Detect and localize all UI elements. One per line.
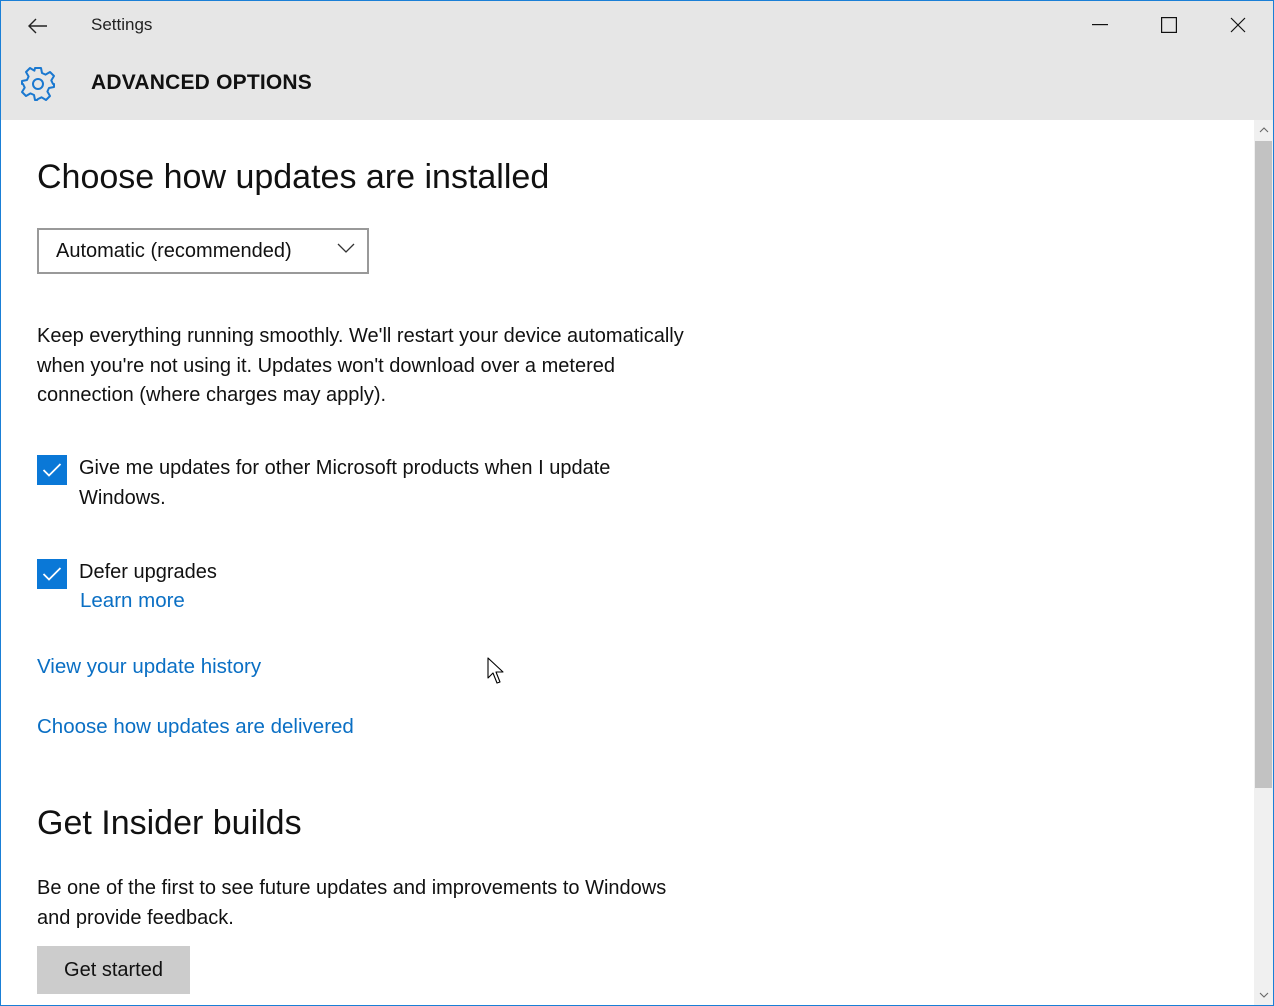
- scroll-down-button[interactable]: [1254, 985, 1273, 1005]
- checkbox-label: Give me updates for other Microsoft prod…: [79, 457, 611, 509]
- minimize-icon: [1091, 24, 1108, 26]
- update-delivery-link[interactable]: Choose how updates are delivered: [37, 715, 354, 739]
- insider-description: Be one of the first to see future update…: [37, 877, 667, 929]
- install-description: Keep everything running smoothly. We'll …: [37, 325, 684, 406]
- maximize-button[interactable]: [1134, 1, 1203, 49]
- get-started-button[interactable]: Get started: [37, 946, 190, 994]
- update-install-dropdown[interactable]: Automatic (recommended): [37, 228, 369, 274]
- vertical-scrollbar[interactable]: [1254, 120, 1273, 1005]
- chevron-up-icon: [1259, 127, 1268, 133]
- gear-icon: [21, 67, 55, 101]
- back-button[interactable]: [19, 7, 57, 45]
- close-icon: [1230, 17, 1245, 33]
- checkmark-icon: [42, 463, 62, 477]
- checkbox[interactable]: [37, 559, 67, 589]
- chevron-down-icon: [337, 243, 355, 253]
- update-history-link[interactable]: View your update history: [37, 655, 261, 679]
- scroll-thumb[interactable]: [1255, 141, 1272, 788]
- learn-more-link[interactable]: Learn more: [80, 589, 185, 613]
- settings-window: Settings ADVANCED OPTIONS Choose how upd…: [0, 0, 1274, 1006]
- checkbox-label: Defer upgrades: [79, 561, 217, 583]
- checkbox-other-products[interactable]: Give me updates for other Microsoft prod…: [37, 455, 699, 513]
- checkmark-icon: [42, 567, 62, 581]
- scroll-up-button[interactable]: [1254, 120, 1273, 140]
- minimize-button[interactable]: [1065, 1, 1134, 49]
- checkbox-defer-upgrades[interactable]: Defer upgrades: [37, 559, 699, 589]
- app-title: Settings: [91, 15, 153, 34]
- back-arrow-icon: [28, 18, 47, 34]
- dropdown-value: Automatic (recommended): [56, 239, 292, 262]
- install-section-heading: Choose how updates are installed: [37, 158, 550, 196]
- page-header: ADVANCED OPTIONS: [91, 71, 312, 94]
- close-button[interactable]: [1203, 1, 1272, 49]
- mouse-cursor-icon: [487, 657, 504, 684]
- maximize-icon: [1160, 17, 1177, 33]
- checkbox[interactable]: [37, 455, 67, 485]
- chevron-down-icon: [1259, 992, 1268, 998]
- insider-section-heading: Get Insider builds: [37, 804, 302, 842]
- title-bar: Settings ADVANCED OPTIONS: [1, 1, 1273, 120]
